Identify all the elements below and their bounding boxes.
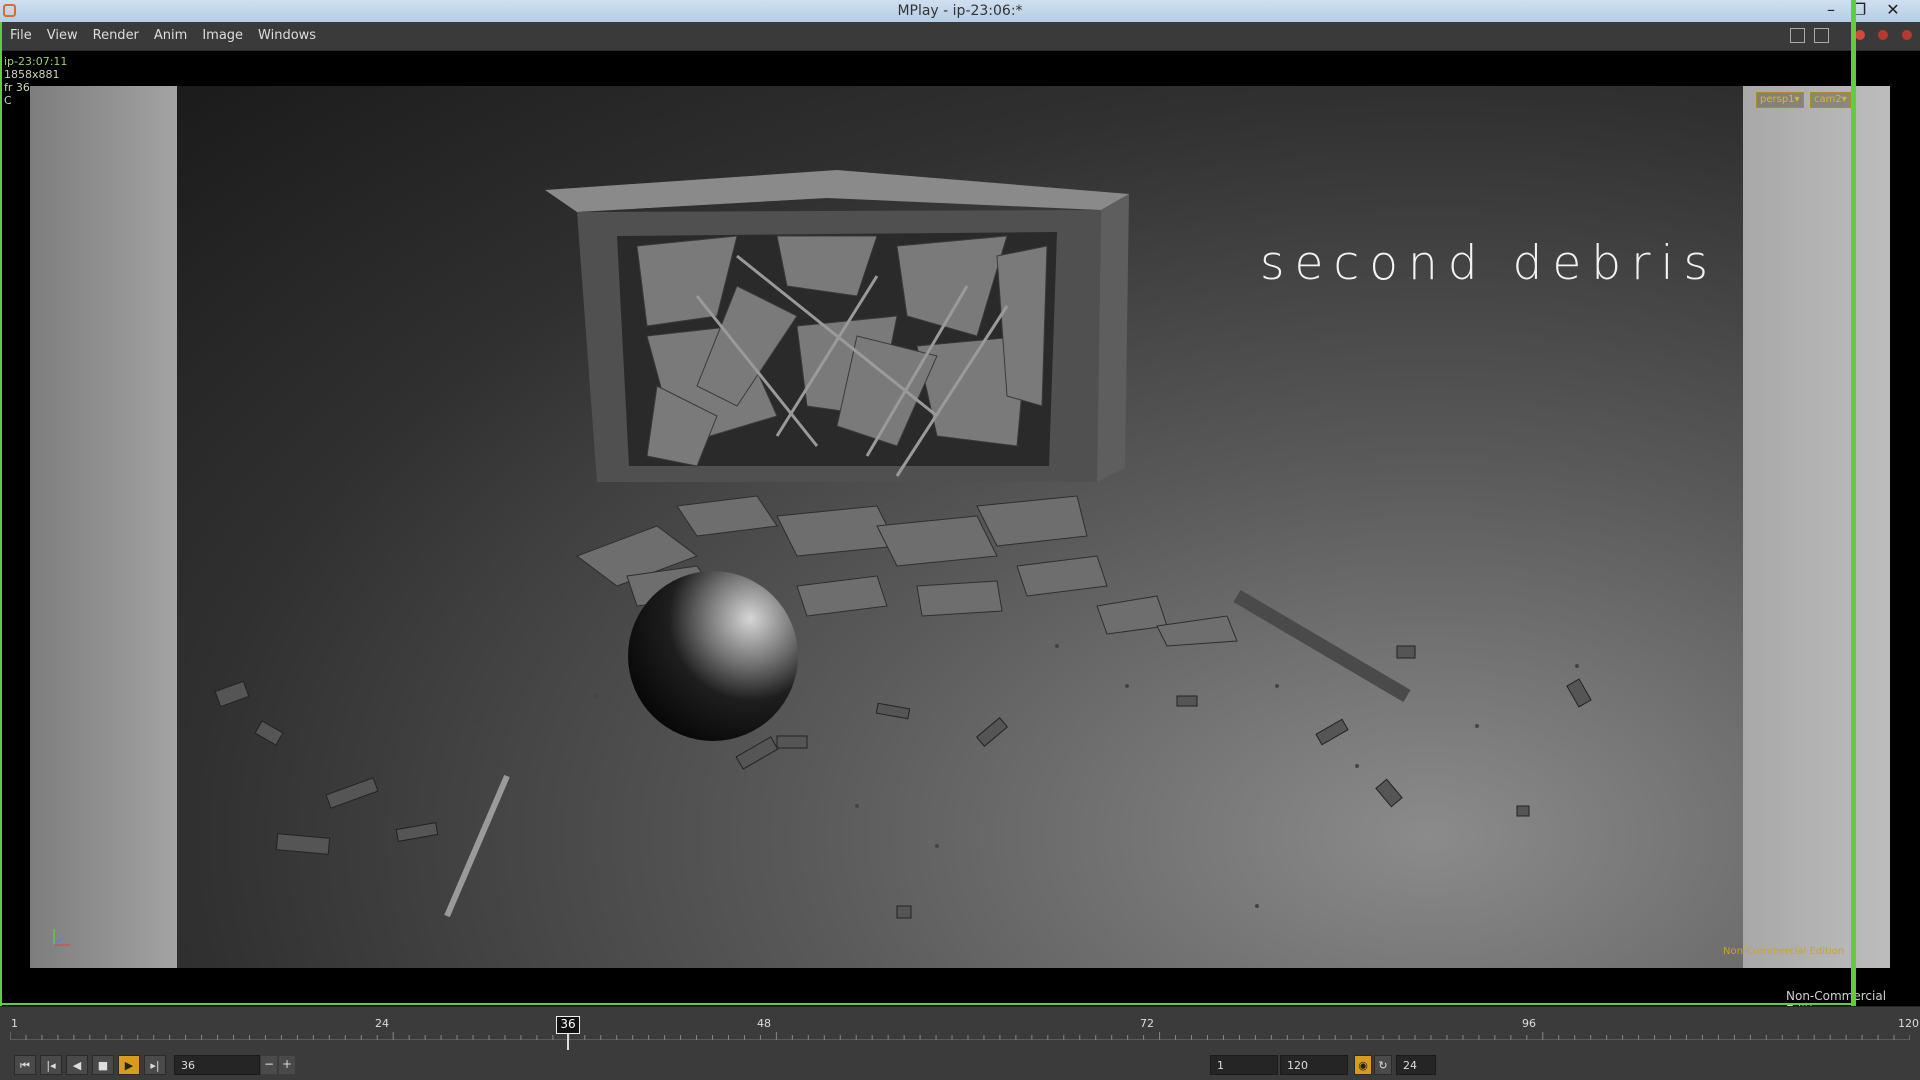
menu-windows[interactable]: Windows — [258, 28, 316, 43]
current-frame-marker[interactable]: 36 — [556, 1016, 580, 1034]
menu-file[interactable]: File — [10, 28, 32, 43]
stop-icon[interactable]: ■ — [92, 1055, 114, 1075]
frame-field[interactable]: 36 — [174, 1055, 260, 1075]
tick-label-120: 120 — [1898, 1017, 1919, 1030]
axis-gizmo-icon — [53, 929, 70, 946]
skip-to-start-icon[interactable]: ⏮ — [14, 1055, 36, 1075]
window-title: MPlay - ip-23:06:* — [897, 3, 1023, 19]
tick-label-48: 48 — [757, 1017, 771, 1030]
pin-icon[interactable] — [1855, 30, 1865, 40]
step-forward-icon[interactable]: ▸| — [144, 1055, 166, 1075]
frame-increment-button[interactable]: + — [279, 1056, 295, 1074]
backdrop-right — [1743, 86, 1890, 968]
scene-title: second debris — [1260, 236, 1719, 291]
pane-icon[interactable] — [1814, 28, 1829, 43]
playbar: ⏮ |◂ ◀ ■ ▶ ▸| 36 − + 1 120 ◉ ↻ 24 — [0, 1050, 1920, 1080]
pane-border-bottom — [0, 1003, 1851, 1005]
tick-label-1: 1 — [11, 1017, 18, 1030]
debris-render — [214, 170, 1592, 919]
minimize-button[interactable]: – — [1817, 0, 1845, 22]
timeline-ticks — [10, 1032, 1910, 1040]
camera-select-persp[interactable]: persp1▾ — [1756, 92, 1804, 108]
play-forward-icon[interactable]: ▶ — [118, 1055, 140, 1075]
camera-select-cam[interactable]: cam2▾ — [1810, 92, 1851, 108]
pane-border-right[interactable] — [1851, 0, 1856, 1080]
image-resolution: 1858x881 — [4, 68, 60, 81]
range-end-field[interactable]: 120 — [1280, 1055, 1348, 1075]
menu-view[interactable]: View — [47, 28, 78, 43]
play-reverse-icon[interactable]: ◀ — [66, 1055, 88, 1075]
close-pane-icon[interactable] — [1878, 30, 1888, 40]
backdrop-left — [30, 86, 177, 968]
image-viewport[interactable]: second debris — [30, 86, 1890, 968]
realtime-icon[interactable]: ◉ — [1354, 1055, 1372, 1075]
fps-field[interactable]: 24 — [1396, 1055, 1436, 1075]
menu-anim[interactable]: Anim — [154, 28, 187, 43]
tick-label-96: 96 — [1522, 1017, 1536, 1030]
render-image — [177, 86, 1743, 968]
layout-icon[interactable] — [1790, 28, 1805, 43]
loop-icon[interactable]: ↻ — [1374, 1055, 1392, 1075]
image-name: ip-23:07:11 — [4, 55, 68, 68]
menu-render[interactable]: Render — [93, 28, 139, 43]
range-start-field[interactable]: 1 — [1210, 1055, 1278, 1075]
restore-button[interactable]: ❐ — [1845, 0, 1873, 22]
pane-border-left — [0, 22, 2, 1080]
close-viewer-icon[interactable] — [1902, 30, 1912, 40]
watermark-overlay: Non-Commercial Edition — [1723, 946, 1845, 957]
frame-decrement-button[interactable]: − — [261, 1056, 277, 1074]
window-title-bar[interactable]: MPlay - ip-23:06:* – ❐ ✕ — [0, 0, 1920, 22]
tick-label-24: 24 — [375, 1017, 389, 1030]
timeline[interactable]: 1 24 48 72 96 120 36 — [0, 1006, 1920, 1053]
menu-image[interactable]: Image — [202, 28, 243, 43]
menu-bar: File View Render Anim Image Windows — [0, 22, 1920, 51]
step-back-icon[interactable]: |◂ — [40, 1055, 62, 1075]
close-button[interactable]: ✕ — [1879, 0, 1907, 22]
tick-label-72: 72 — [1140, 1017, 1154, 1030]
